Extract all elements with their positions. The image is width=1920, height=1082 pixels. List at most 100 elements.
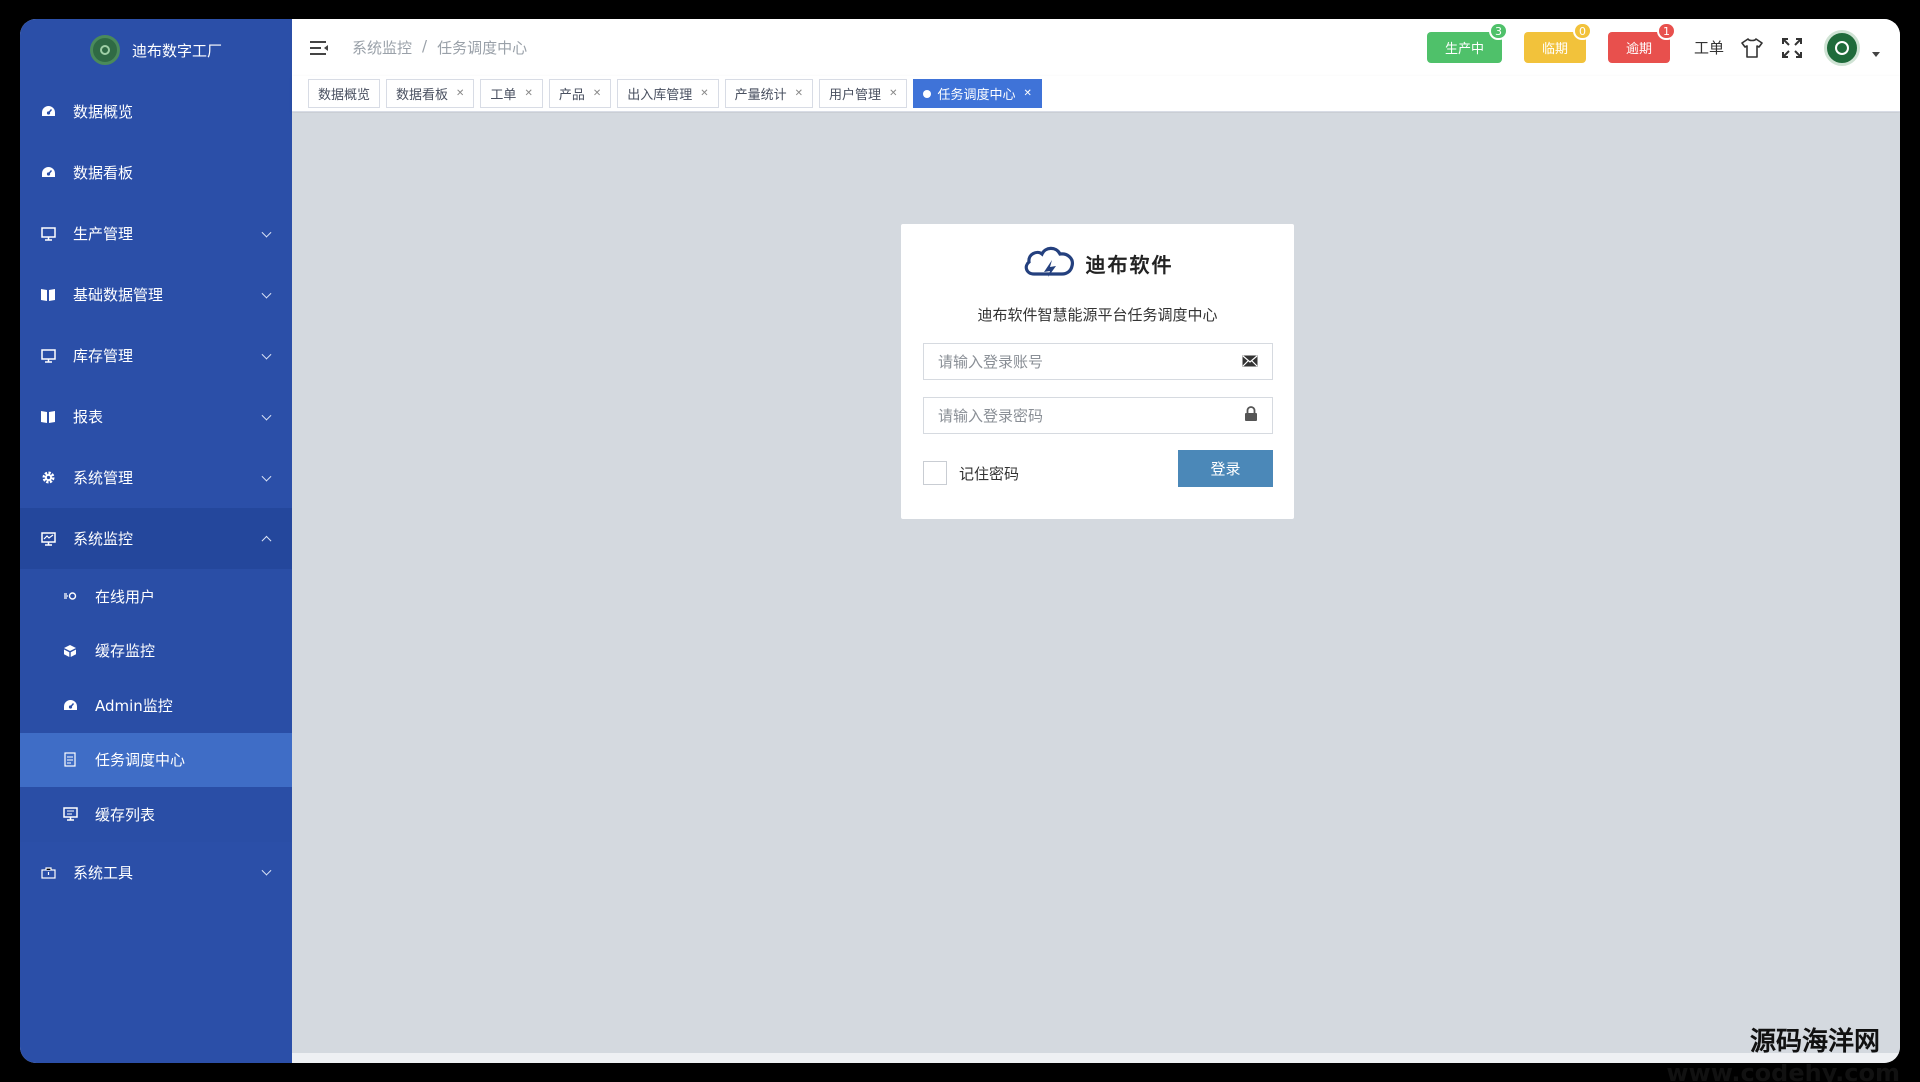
monitor-icon xyxy=(40,348,56,364)
status-count-badge: 0 xyxy=(1572,22,1592,40)
close-icon[interactable]: ✕ xyxy=(889,88,897,99)
watermark-url: www.codehy.com xyxy=(1666,1064,1900,1082)
online-icon xyxy=(62,588,78,604)
password-input[interactable] xyxy=(938,406,1244,425)
chevron-down-icon xyxy=(261,410,272,421)
shirt-icon[interactable] xyxy=(1740,36,1764,60)
sidebar-item-admin-monitor[interactable]: Admin监控 xyxy=(20,678,292,733)
fullscreen-icon[interactable] xyxy=(1780,36,1804,60)
brand-name: 迪布数字工厂 xyxy=(131,41,222,60)
hamburger-icon[interactable] xyxy=(310,40,328,55)
bottom-strip xyxy=(292,1053,1900,1063)
sidebar-item-label: 系统工具 xyxy=(73,863,134,882)
close-icon[interactable]: ✕ xyxy=(456,88,464,99)
status-producing-button[interactable]: 生产中 3 xyxy=(1426,22,1508,63)
remember-checkbox[interactable] xyxy=(923,461,947,485)
account-input[interactable] xyxy=(938,352,1242,371)
dashboard-icon xyxy=(40,104,56,120)
monitor-icon xyxy=(62,806,78,822)
close-icon[interactable]: ✕ xyxy=(795,88,803,99)
tag-stock-in-out[interactable]: 出入库管理 ✕ xyxy=(617,79,719,108)
header-actions: 生产中 3 临期 0 逾期 1 工单 xyxy=(1426,19,1880,76)
breadcrumb-item[interactable]: 系统监控 xyxy=(352,37,412,58)
chevron-down-icon xyxy=(261,288,272,299)
sidebar-item-label: 系统管理 xyxy=(73,469,134,487)
tag-label: 出入库管理 xyxy=(627,88,693,103)
sidebar-item-system-management[interactable]: 系统管理 xyxy=(20,447,292,508)
sidebar-item-label: 生产管理 xyxy=(73,225,134,243)
toolbox-icon xyxy=(40,864,56,880)
tag-product[interactable]: 产品 ✕ xyxy=(548,79,612,108)
status-button-label: 生产中 xyxy=(1444,42,1484,57)
chevron-down-icon xyxy=(261,471,272,482)
login-subtitle: 迪布软件智慧能源平台任务调度中心 xyxy=(977,306,1218,324)
monitor-icon xyxy=(40,226,56,242)
chevron-down-icon xyxy=(261,349,272,360)
submenu-system-monitor: 在线用户 缓存监控 Admin监控 任务调度中心 缓存列表 xyxy=(20,569,292,842)
sidebar-item-job-center[interactable]: 任务调度中心 xyxy=(20,732,292,787)
sidebar-item-system-monitor[interactable]: 系统监控 xyxy=(20,508,292,569)
active-dot-icon xyxy=(923,89,932,98)
tag-work-order[interactable]: 工单 ✕ xyxy=(480,79,543,108)
caret-down-icon[interactable] xyxy=(1872,52,1880,57)
work-order-link[interactable]: 工单 xyxy=(1694,37,1724,58)
sidebar-item-inventory[interactable]: 库存管理 xyxy=(20,325,292,386)
remember-label: 记住密码 xyxy=(959,464,1020,483)
sidebar-item-cache-monitor[interactable]: 缓存监控 xyxy=(20,624,292,679)
tag-label: 产量统计 xyxy=(734,88,787,103)
status-button-label: 逾期 xyxy=(1625,42,1652,57)
status-button-label: 临期 xyxy=(1541,42,1568,57)
sidebar-item-label: 数据看板 xyxy=(73,164,134,182)
top-header: 系统监控 / 任务调度中心 生产中 3 临期 0 逾期 1 工单 xyxy=(292,19,1900,76)
sidebar-brand[interactable]: 迪布数字工厂 xyxy=(20,19,292,81)
chevron-up-icon xyxy=(261,535,272,546)
breadcrumb-separator: / xyxy=(422,37,428,55)
sidebar-item-base-data[interactable]: 基础数据管理 xyxy=(20,264,292,325)
tag-data-overview[interactable]: 数据概览 xyxy=(308,79,381,108)
tag-user-management[interactable]: 用户管理 ✕ xyxy=(819,79,908,108)
sidebar: 迪布数字工厂 数据概览 数据看板 生产管理 基础数据管理 库存管理 报表 系统管… xyxy=(20,19,292,1063)
lock-icon xyxy=(1244,406,1258,425)
tag-label: 任务调度中心 xyxy=(937,88,1016,103)
chevron-down-icon xyxy=(261,227,272,238)
password-field[interactable] xyxy=(923,397,1273,434)
remember-password[interactable]: 记住密码 xyxy=(923,461,1019,485)
submenu-item-label: 缓存监控 xyxy=(95,642,156,661)
envelope-icon xyxy=(1242,353,1258,371)
tag-label: 数据看板 xyxy=(396,88,449,103)
submenu-item-label: 在线用户 xyxy=(95,587,156,606)
close-icon[interactable]: ✕ xyxy=(593,88,601,99)
brand-logo-icon xyxy=(89,35,120,65)
sidebar-item-label: 基础数据管理 xyxy=(73,286,164,304)
tags-view-bar: 数据概览 数据看板 ✕ 工单 ✕ 产品 ✕ 出入库管理 ✕ 产量统计 ✕ 用户管… xyxy=(292,76,1900,112)
sidebar-item-data-overview[interactable]: 数据概览 xyxy=(20,81,292,142)
sidebar-item-label: 数据概览 xyxy=(73,103,134,121)
account-field[interactable] xyxy=(923,343,1273,380)
sidebar-item-system-tools[interactable]: 系统工具 xyxy=(20,842,292,903)
status-overdue-button[interactable]: 逾期 1 xyxy=(1607,22,1676,63)
status-near-expiry-button[interactable]: 临期 0 xyxy=(1523,22,1592,63)
tag-output-stats[interactable]: 产量统计 ✕ xyxy=(724,79,814,108)
sidebar-item-cache-list[interactable]: 缓存列表 xyxy=(20,787,292,842)
sidebar-item-production[interactable]: 生产管理 xyxy=(20,203,292,264)
job-icon xyxy=(62,752,78,768)
dashboard-icon xyxy=(62,697,78,713)
close-icon[interactable]: ✕ xyxy=(524,88,532,99)
gear-icon xyxy=(40,470,56,486)
tag-data-board[interactable]: 数据看板 ✕ xyxy=(386,79,475,108)
breadcrumb: 系统监控 / 任务调度中心 xyxy=(352,37,527,58)
tag-label: 产品 xyxy=(558,88,585,103)
tag-label: 用户管理 xyxy=(829,88,882,103)
monitor-icon xyxy=(40,531,56,547)
sidebar-item-data-board[interactable]: 数据看板 xyxy=(20,142,292,203)
tag-label: 数据概览 xyxy=(318,88,371,103)
sidebar-item-online-users[interactable]: 在线用户 xyxy=(20,569,292,624)
submenu-item-label: Admin监控 xyxy=(95,696,173,715)
user-avatar[interactable] xyxy=(1824,29,1860,66)
close-icon[interactable]: ✕ xyxy=(700,88,708,99)
login-brand-name: 迪布软件 xyxy=(1085,252,1174,277)
close-icon[interactable]: ✕ xyxy=(1023,88,1031,99)
tag-job-center[interactable]: 任务调度中心 ✕ xyxy=(913,79,1042,108)
login-button[interactable]: 登录 xyxy=(1178,450,1273,487)
sidebar-item-reports[interactable]: 报表 xyxy=(20,386,292,447)
